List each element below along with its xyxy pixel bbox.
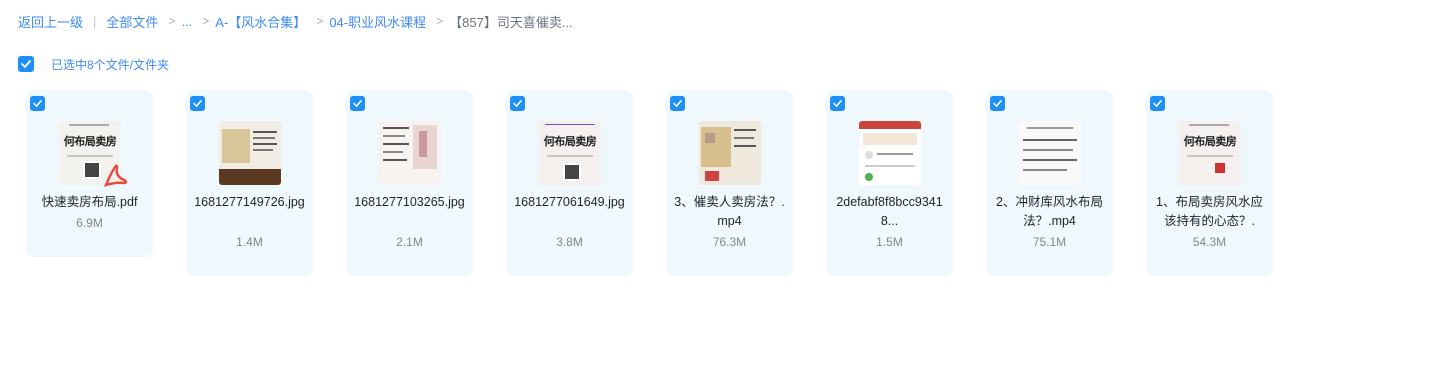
file-checkbox[interactable]	[670, 96, 685, 111]
file-name: 2defabf8f8bcc93418...	[836, 195, 943, 228]
file-name: 1681277061649.jpg	[514, 195, 625, 209]
file-checkbox[interactable]	[990, 96, 1005, 111]
breadcrumb-divider: |	[93, 13, 97, 29]
chevron-right-icon: >	[316, 14, 324, 28]
select-all-checkbox[interactable]	[18, 56, 34, 72]
file-size: 75.1M	[1032, 235, 1067, 249]
checkmark-icon	[833, 100, 842, 107]
breadcrumb-level1[interactable]: A-【风水合集】	[215, 12, 306, 31]
file-size: 6.9M	[76, 216, 103, 230]
file-name: 1681277149726.jpg	[194, 195, 305, 209]
thumbnail-title: 何布局卖房	[543, 136, 597, 148]
file-size: 3.8M	[556, 235, 583, 249]
checkmark-icon	[993, 100, 1002, 107]
file-thumbnail	[219, 121, 281, 185]
selection-bar: 已选中8个文件/文件夹	[18, 56, 169, 72]
checkmark-icon	[193, 100, 202, 107]
file-size: 1.5M	[876, 235, 903, 249]
file-thumbnail	[1019, 121, 1081, 185]
file-card[interactable]: 3、催卖人卖房法？.mp4 76.3M	[666, 90, 793, 276]
file-name: 2、冲财库风水布局法？.mp4	[996, 195, 1103, 228]
breadcrumb-all-files[interactable]: 全部文件	[106, 12, 158, 31]
file-checkbox[interactable]	[510, 96, 525, 111]
file-checkbox[interactable]	[350, 96, 365, 111]
breadcrumb: 返回上一级 | 全部文件 > ... > A-【风水合集】 > 04-职业风水课…	[18, 12, 573, 30]
file-card[interactable]: 2defabf8f8bcc93418... 1.5M	[826, 90, 953, 276]
file-size: 2.1M	[396, 235, 423, 249]
checkmark-icon	[1153, 100, 1162, 107]
file-checkbox[interactable]	[830, 96, 845, 111]
file-card[interactable]: 1681277103265.jpg 2.1M	[346, 90, 473, 276]
breadcrumb-level2[interactable]: 04-职业风水课程	[329, 12, 426, 31]
checkmark-icon	[673, 100, 682, 107]
file-card[interactable]: 何布局卖房 1、布局卖房风水应该持有的心态？. 54.3M	[1146, 90, 1273, 276]
breadcrumb-current: 【857】司天喜催卖...	[449, 14, 573, 30]
file-card[interactable]: 2、冲财库风水布局法？.mp4 75.1M	[986, 90, 1113, 276]
file-size: 54.3M	[1192, 235, 1227, 249]
file-checkbox[interactable]	[30, 96, 45, 111]
pdf-icon	[103, 164, 128, 187]
back-link[interactable]: 返回上一级	[18, 12, 83, 31]
file-size: 76.3M	[712, 235, 747, 249]
file-card[interactable]: 何布局卖房 快速卖房布局.pdf 6.9M	[26, 90, 153, 257]
file-name: 1681277103265.jpg	[354, 195, 465, 209]
file-name: 快速卖房布局.pdf	[41, 195, 138, 209]
file-thumbnail: 何布局卖房	[539, 121, 601, 185]
thumbnail-title: 何布局卖房	[63, 136, 117, 148]
checkmark-icon	[513, 100, 522, 107]
chevron-right-icon: >	[168, 14, 176, 28]
breadcrumb-ellipsis[interactable]: ...	[181, 14, 192, 29]
file-name: 1、布局卖房风水应该持有的心态？.	[1156, 195, 1263, 228]
file-card[interactable]: 1681277149726.jpg 1.4M	[186, 90, 313, 276]
file-thumbnail	[699, 121, 761, 185]
chevron-right-icon: >	[436, 14, 444, 28]
file-thumbnail	[859, 121, 921, 185]
file-thumbnail	[379, 121, 441, 185]
checkmark-icon	[33, 100, 42, 107]
checkmark-icon	[21, 60, 31, 68]
checkmark-icon	[353, 100, 362, 107]
file-thumbnail: 何布局卖房	[1179, 121, 1241, 185]
file-checkbox[interactable]	[1150, 96, 1165, 111]
file-checkbox[interactable]	[190, 96, 205, 111]
thumbnail-title: 何布局卖房	[1183, 136, 1237, 148]
chevron-right-icon: >	[202, 14, 210, 28]
file-name: 3、催卖人卖房法？.mp4	[674, 195, 785, 228]
file-card[interactable]: 何布局卖房 1681277061649.jpg 3.8M	[506, 90, 633, 276]
selection-count-label: 已选中8个文件/文件夹	[51, 57, 170, 72]
file-size: 1.4M	[236, 235, 263, 249]
